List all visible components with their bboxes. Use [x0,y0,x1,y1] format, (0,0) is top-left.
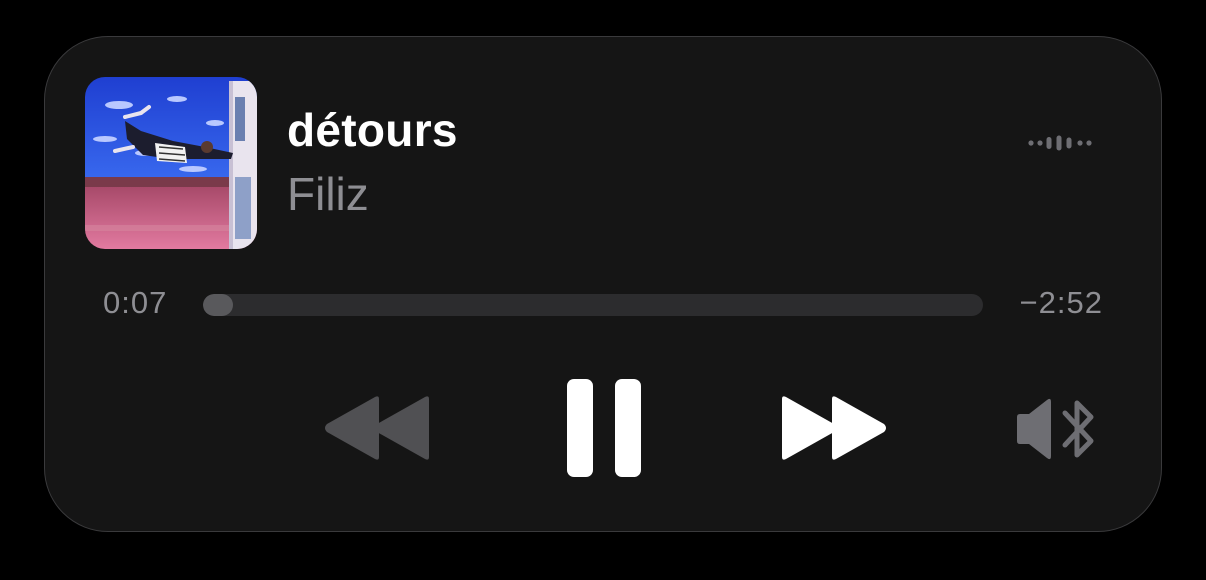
rewind-button[interactable] [323,395,433,461]
audio-output-button[interactable] [1013,397,1103,461]
album-artwork[interactable] [85,77,257,249]
backward-icon [325,396,429,460]
elapsed-time: 0:07 [103,285,168,320]
waveform-icon [1027,133,1093,153]
track-artist: Filiz [287,168,369,220]
progress-fill [203,294,234,316]
pause-button[interactable] [565,377,643,479]
progress-bar[interactable] [203,294,983,316]
forward-icon [782,396,886,460]
now-playing-widget: détours Filiz 0:07 −2:52 [44,36,1162,532]
pause-icon [567,379,641,477]
track-title: détours [287,104,458,156]
remaining-time: −2:52 [1019,285,1103,320]
forward-button[interactable] [778,395,888,461]
speaker-bluetooth-icon [1017,398,1094,460]
